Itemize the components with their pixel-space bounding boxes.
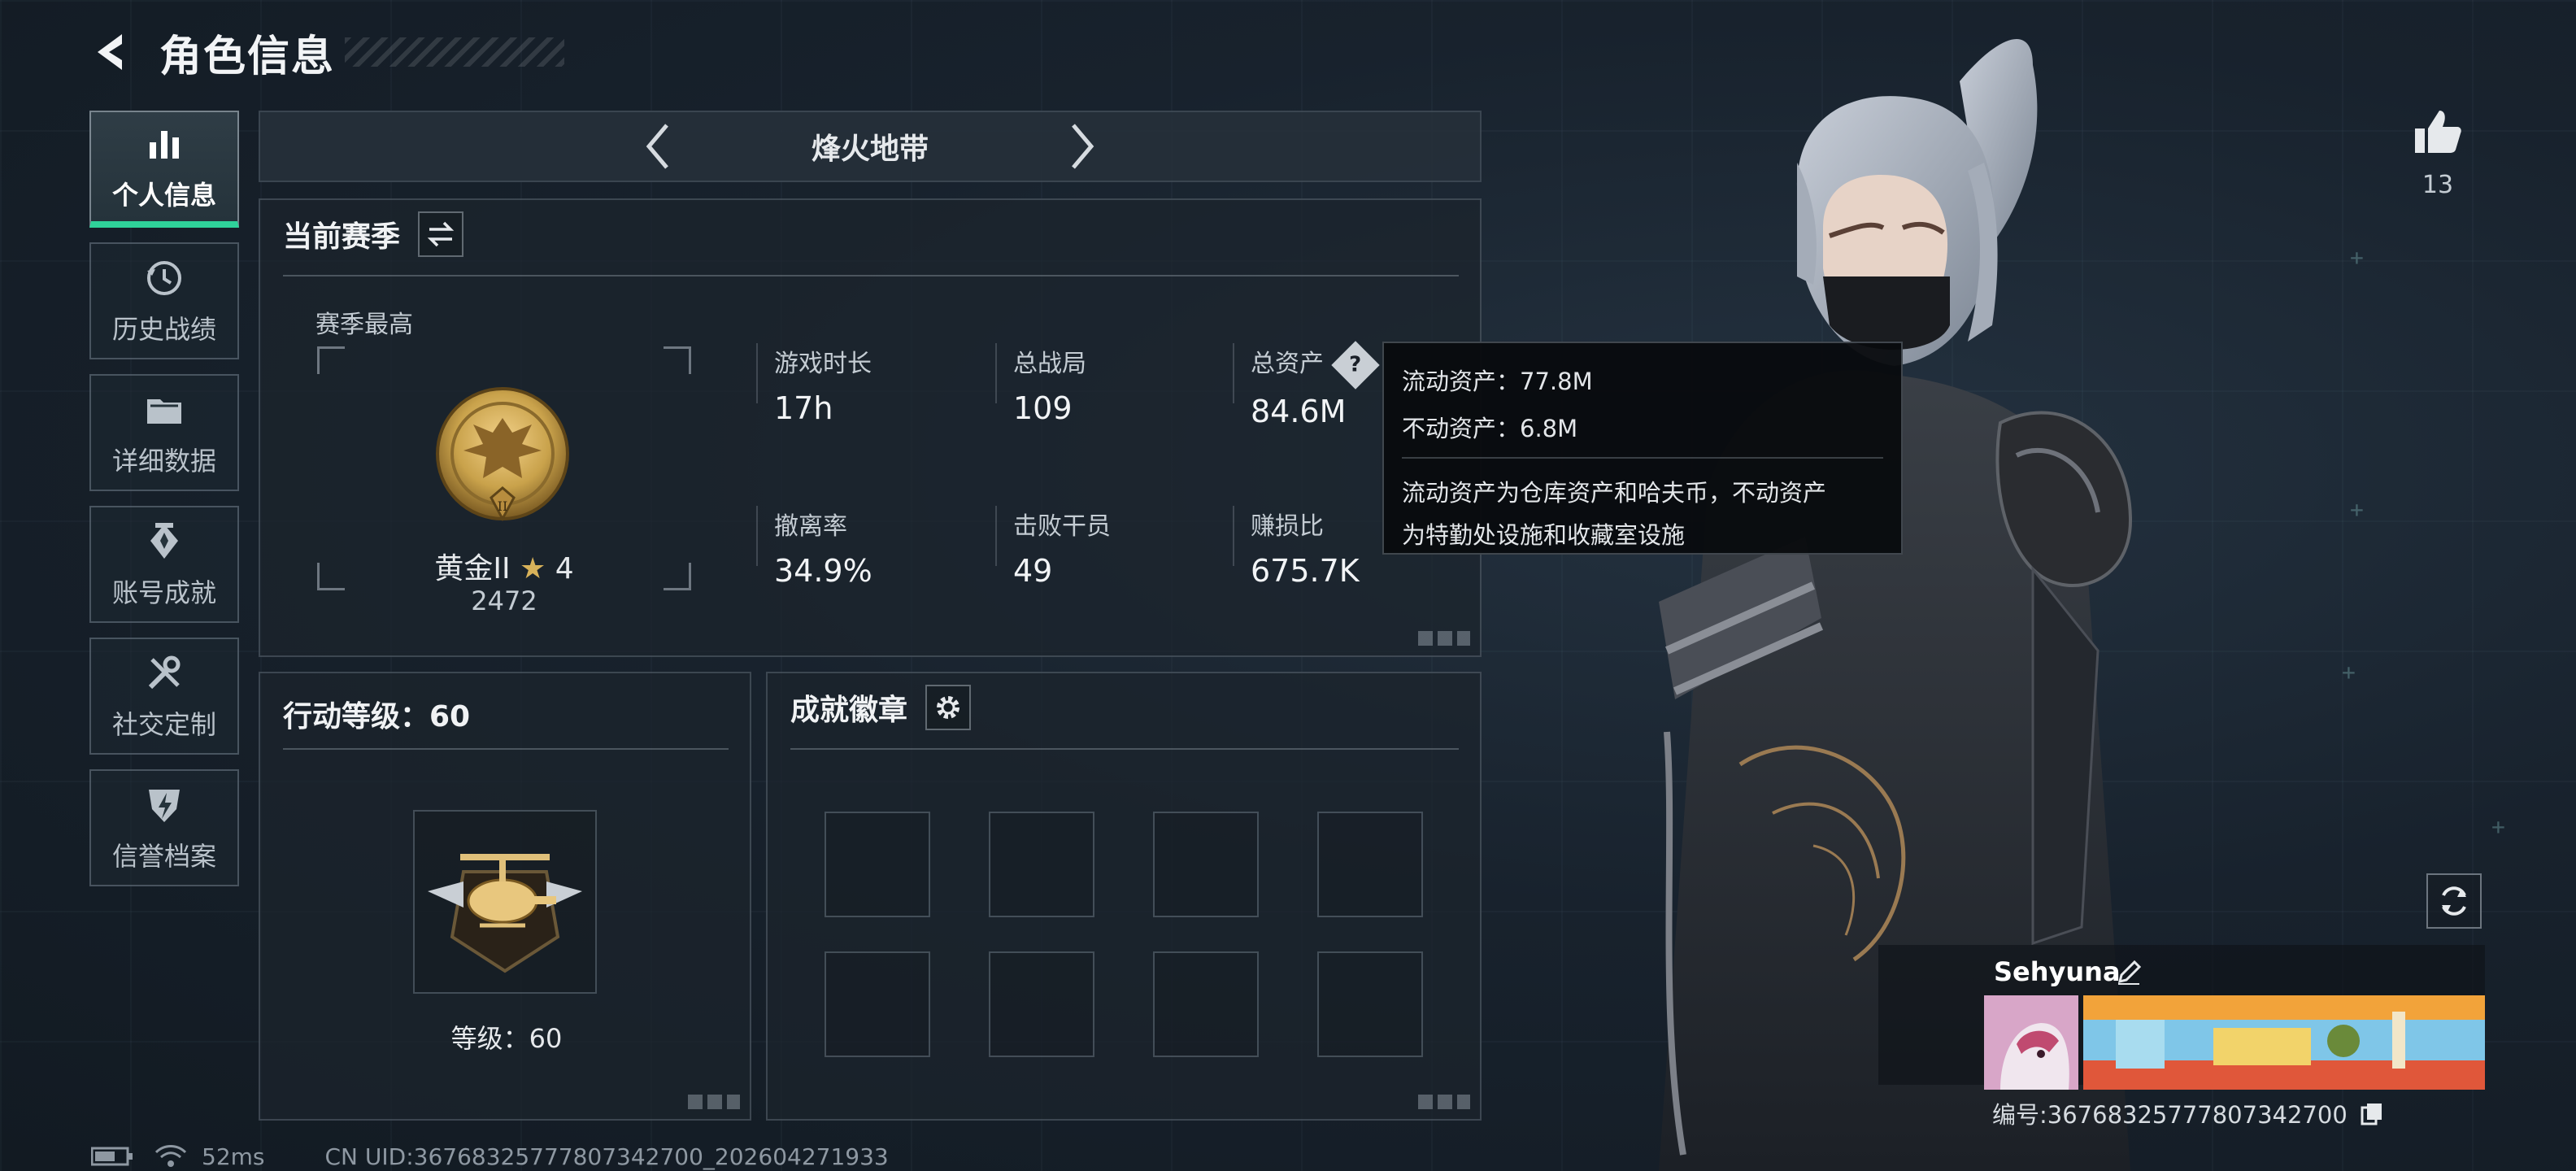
season-best-label: 赛季最高 <box>315 311 413 339</box>
like-count: 13 <box>2422 171 2454 199</box>
thumbs-up-icon <box>2415 111 2461 153</box>
edit-name-button[interactable] <box>2111 955 2147 990</box>
assets-note-line: 流动资产为仓库资产和哈夫币，不动资产 <box>1402 479 1827 507</box>
sidebar-nav: 个人信息 历史战绩 详细数据 账号成就 社交定制 信誉档案 <box>89 111 239 901</box>
back-button[interactable] <box>88 28 137 76</box>
copy-icon <box>2361 1104 2382 1125</box>
bar-chart-icon <box>141 121 187 167</box>
swap-icon <box>427 221 455 247</box>
title-decoration <box>345 37 565 67</box>
fixed-assets: 不动资产：6.8M <box>1402 415 1578 442</box>
star-icon: ★ <box>520 552 546 586</box>
page-title: 角色信息 <box>159 32 336 81</box>
liquid-assets: 流动资产：77.8M <box>1402 368 1593 395</box>
sidebar-item-history[interactable]: 历史战绩 <box>89 242 239 359</box>
sidebar-item-label: 历史战绩 <box>111 314 216 345</box>
badge-slot[interactable] <box>1153 812 1259 917</box>
ping: 52ms <box>202 1143 265 1170</box>
badge-slot[interactable] <box>1153 951 1259 1057</box>
shield-bolt-icon <box>141 782 187 828</box>
svg-text:II: II <box>498 498 508 514</box>
help-icon[interactable]: ? <box>1330 340 1380 390</box>
achievement-icon <box>141 519 187 564</box>
level-text: 等级：60 <box>450 1023 563 1054</box>
badge-slot[interactable] <box>989 812 1094 917</box>
player-id-row: 编号:3676832577780734270​0 <box>1992 1096 2388 1130</box>
player-name: Sehyuna <box>1994 956 2121 987</box>
crosshair-decoration: + <box>2491 813 2505 840</box>
wifi-icon <box>154 1145 187 1167</box>
assets-note-line: 为特勤处设施和收藏室设施 <box>1402 521 1686 549</box>
sidebar-item-label: 信誉档案 <box>111 841 216 872</box>
sidebar-item-label: 账号成就 <box>111 577 216 608</box>
rotate-model-button[interactable] <box>2426 873 2482 929</box>
page-header: 角色信息 <box>88 23 565 81</box>
season-title: 当前赛季 <box>283 220 401 254</box>
mode-switcher: 烽火地带 <box>259 111 1482 182</box>
sidebar-item-social-custom[interactable]: 社交定制 <box>89 638 239 755</box>
divider <box>1402 457 1883 459</box>
rank-name: 黄金II ★ 4 <box>260 545 748 587</box>
stat-operators-defeated: 击败干员 49 <box>1013 512 1111 589</box>
mode-title: 烽火地带 <box>811 133 929 166</box>
action-level-title: 行动等级：60 <box>283 700 471 734</box>
sidebar-item-label: 个人信息 <box>111 180 216 211</box>
level-emblem-frame <box>413 810 597 994</box>
rank-tier: 黄金II <box>434 552 511 586</box>
sidebar-item-achievements[interactable]: 账号成就 <box>89 506 239 623</box>
badges-title: 成就徽章 <box>790 694 908 727</box>
assets-tooltip: 流动资产：77.8M 不动资产：6.8M 流动资产为仓库资产和哈夫币，不动资产 … <box>1382 342 1903 555</box>
action-level-panel: 行动等级：60 等级：60 <box>259 672 751 1121</box>
stat-total-matches: 总战局 109 <box>1013 350 1086 426</box>
like-button[interactable] <box>2408 102 2467 161</box>
banner-image <box>2083 995 2485 1090</box>
rank-stars: 4 <box>555 552 574 586</box>
gear-icon <box>937 696 960 719</box>
divider <box>283 275 1459 276</box>
chevron-right-icon <box>1072 124 1094 169</box>
next-mode-button[interactable] <box>1057 114 1106 179</box>
sidebar-item-label: 详细数据 <box>111 446 216 477</box>
switch-season-button[interactable] <box>418 211 464 257</box>
sidebar-item-label: 社交定制 <box>111 709 216 740</box>
battery-icon <box>91 1147 133 1166</box>
tools-icon <box>141 651 187 696</box>
sidebar-item-personal-info[interactable]: 个人信息 <box>89 111 239 228</box>
gold-rank-medal-icon: II <box>436 387 569 522</box>
rotate-icon <box>2442 886 2466 916</box>
uid-text: CN UID:3676832577780734270​0_20260427193… <box>324 1143 889 1170</box>
helicopter-emblem-icon <box>428 854 582 973</box>
stat-extraction-rate: 撤离率 34.9% <box>774 512 872 589</box>
badge-settings-button[interactable] <box>925 685 972 730</box>
player-id: 编号:3676832577780734270​0 <box>1992 1101 2348 1129</box>
prev-mode-button[interactable] <box>634 114 683 179</box>
folder-icon <box>141 387 187 433</box>
back-arrow-icon <box>98 34 122 70</box>
sidebar-item-credit-record[interactable]: 信誉档案 <box>89 769 239 886</box>
history-icon <box>141 255 187 301</box>
name-card[interactable]: Sehyuna <box>1878 945 2485 1090</box>
sidebar-item-detailed-data[interactable]: 详细数据 <box>89 374 239 491</box>
profile-banner[interactable] <box>2083 995 2485 1090</box>
achievement-badges-panel: 成就徽章 <box>766 672 1482 1121</box>
badge-slot[interactable] <box>1317 812 1423 917</box>
avatar-image <box>1984 995 2078 1090</box>
pencil-icon <box>2117 960 2142 985</box>
badge-slot[interactable] <box>1317 951 1423 1057</box>
chevron-left-icon <box>646 124 668 169</box>
badge-slot[interactable] <box>989 951 1094 1057</box>
rank-score: 2472 <box>471 586 537 616</box>
avatar[interactable] <box>1984 995 2078 1090</box>
season-panel: 当前赛季 赛季最高 II 黄金II ★ 4 2472 游戏时长 17h 总战局 … <box>259 198 1482 657</box>
badge-slot[interactable] <box>825 951 930 1057</box>
badge-slot[interactable] <box>825 812 930 917</box>
stat-play-time: 游戏时长 17h <box>774 350 872 426</box>
status-bar: 52ms CN UID:3676832577780734270​0_202604… <box>91 1142 889 1171</box>
copy-id-button[interactable] <box>2356 1097 2388 1130</box>
